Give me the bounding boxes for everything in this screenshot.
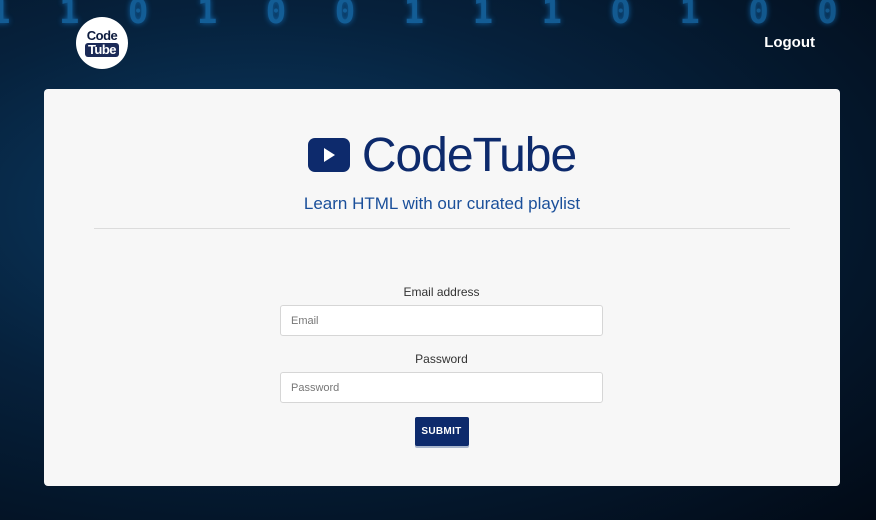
login-card: CodeTube Learn HTML with our curated pla… xyxy=(44,89,840,486)
brand-header: CodeTube xyxy=(44,128,840,182)
codetube-logo[interactable]: Code Tube xyxy=(76,17,128,69)
play-icon xyxy=(307,138,350,172)
logout-link[interactable]: Logout xyxy=(764,34,815,51)
top-navbar: Code Tube Logout xyxy=(0,0,876,86)
tagline: Learn HTML with our curated playlist xyxy=(303,194,581,213)
logo-text-line2: Tube xyxy=(84,43,120,57)
brand-name: CodeTube xyxy=(361,128,577,182)
password-label: Password xyxy=(415,352,468,366)
email-label: Email address xyxy=(403,285,480,299)
submit-button[interactable]: SUBMIT xyxy=(414,417,469,446)
login-form: Email address Password SUBMIT xyxy=(280,285,603,446)
logo-text-line1: Code xyxy=(86,28,118,43)
email-field[interactable] xyxy=(280,305,603,336)
divider xyxy=(94,228,790,229)
password-field[interactable] xyxy=(280,372,603,403)
